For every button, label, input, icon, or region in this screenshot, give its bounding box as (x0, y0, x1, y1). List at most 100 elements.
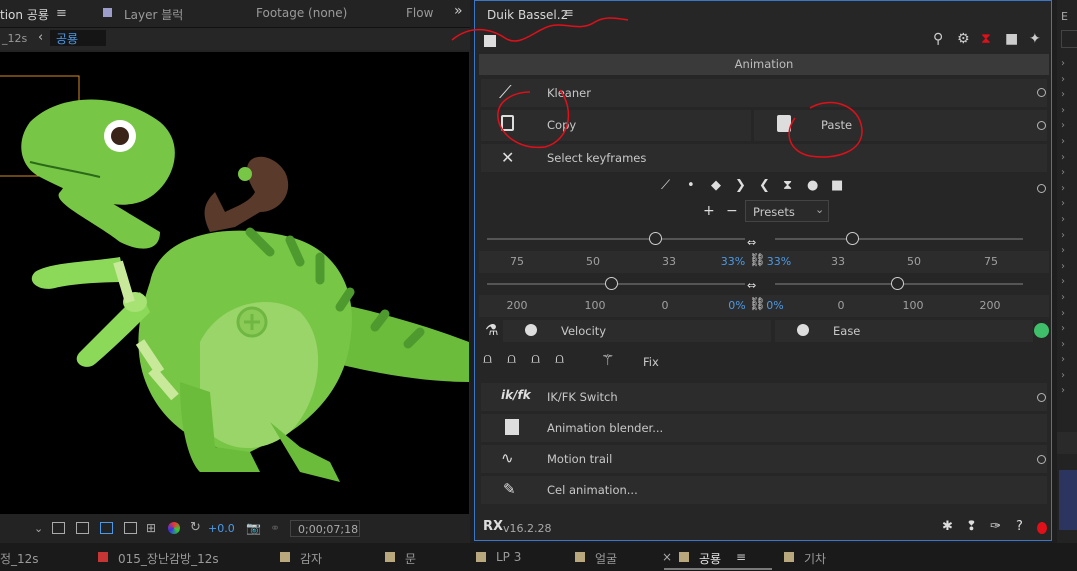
tab-flow[interactable]: Flow (406, 6, 433, 20)
ease-in-key-icon[interactable]: ❯ (735, 178, 746, 193)
influence-right-value-50[interactable]: 50 (894, 255, 934, 268)
timeline-tab-6[interactable]: 얼굴 (595, 550, 617, 567)
paste-options-dot[interactable] (1037, 121, 1046, 130)
apply-check-icon[interactable] (1034, 323, 1049, 338)
presets-dropdown[interactable]: Presets ⌄ (745, 200, 829, 222)
help-icon[interactable]: ? (1016, 519, 1023, 534)
color-channels-icon[interactable] (168, 522, 180, 534)
velocity-right-value-100[interactable]: 100 (893, 299, 933, 312)
influence-left-value-75[interactable]: 75 (497, 255, 537, 268)
sync-arrows-icon[interactable]: ⇔ (747, 236, 756, 249)
influence-right-current[interactable]: 33% (759, 255, 799, 268)
hold-key-icon[interactable]: ⧗ (783, 178, 792, 193)
region-of-interest-icon[interactable] (124, 522, 137, 534)
cel-animation-row[interactable]: ✎ Cel animation... (481, 476, 1047, 504)
velocity-left-slider-knob[interactable] (605, 277, 618, 290)
rigging-icon[interactable]: ⚲ (933, 31, 943, 47)
automation-gear-icon[interactable]: ⚙ (957, 31, 970, 47)
influence-left-slider-knob[interactable] (649, 232, 662, 245)
tools-icon[interactable]: ✦ (1029, 31, 1041, 47)
wrench-icon[interactable]: ✑ (990, 519, 1001, 534)
tab-menu-icon[interactable]: ≡ (736, 550, 746, 564)
feedback-icon[interactable]: ❢ (966, 519, 977, 534)
paste-button[interactable]: Paste (754, 110, 1047, 141)
sync-arrows-icon[interactable]: ⇔ (747, 279, 756, 292)
timeline-tab-5[interactable]: LP 3 (496, 550, 521, 564)
influence-left-value-33[interactable]: 33 (649, 255, 689, 268)
fix-button[interactable]: Fix (643, 355, 659, 369)
reset-exposure-icon[interactable]: ↻ (190, 520, 201, 535)
camera-tool-icon[interactable]: ■ (1005, 31, 1018, 47)
velocity-right-value-200[interactable]: 200 (970, 299, 1010, 312)
influence-left-slider-track[interactable] (487, 238, 745, 240)
breadcrumb[interactable]: 공룡 (50, 30, 106, 46)
influence-right-slider-track[interactable] (775, 238, 1023, 240)
timeline-tab-1[interactable]: 정_12s (0, 550, 39, 567)
timeline-tab-3[interactable]: 감자 (300, 550, 322, 567)
add-preset-icon[interactable]: + (703, 203, 715, 219)
tab-composition[interactable]: tion 공룡 (0, 6, 49, 23)
auto-bezier-key-icon[interactable]: ● (807, 178, 818, 193)
overflow-chevron-icon[interactable]: » (454, 3, 463, 19)
velocity-toggle[interactable]: Velocity (503, 320, 771, 342)
ease-out-key-icon[interactable]: ❮ (759, 178, 770, 193)
close-icon[interactable]: × (662, 550, 672, 564)
velocity-left-value-200[interactable]: 200 (497, 299, 537, 312)
panel-home-icon[interactable] (484, 35, 496, 47)
ease-toggle[interactable]: Ease (775, 320, 1033, 342)
timeline-tab-2[interactable]: 015_장난감방_12s (118, 550, 219, 567)
timeline-tab-8[interactable]: 기차 (804, 550, 826, 567)
stop-icon[interactable] (1037, 522, 1047, 534)
snapshot-icon[interactable] (52, 522, 65, 534)
mask-visibility-icon[interactable] (100, 522, 113, 534)
influence-left-current[interactable]: 33% (713, 255, 753, 268)
exposure-value[interactable]: +0.0 (208, 522, 235, 535)
grid-icon[interactable]: ⊞ (146, 521, 156, 535)
velocity-left-value-100[interactable]: 100 (575, 299, 615, 312)
tab-layer[interactable]: Layer 블럭 (124, 6, 183, 23)
ikfk-switch-row[interactable]: ik/fk IK/FK Switch (481, 383, 1047, 411)
influence-left-value-50[interactable]: 50 (573, 255, 613, 268)
kleaner-row[interactable]: ⟋ Kleaner (481, 79, 1047, 107)
copy-button[interactable]: Copy (481, 110, 751, 141)
bug-report-icon[interactable]: ✱ (942, 519, 953, 534)
right-panel-tab-icon[interactable]: E (1061, 10, 1068, 23)
velocity-right-current[interactable]: 0% (755, 299, 795, 312)
interpolation-options-dot[interactable] (1037, 184, 1046, 193)
linear-key-icon[interactable]: ⟋ (661, 178, 670, 193)
chevron-down-icon[interactable]: ⌄ (34, 522, 43, 535)
arch-tool-icon-4[interactable]: ⩍ (555, 351, 564, 367)
secondary-tab-icon[interactable] (1057, 432, 1077, 454)
motion-trail-row[interactable]: ∿ Motion trail (481, 445, 1047, 473)
influence-right-value-75[interactable]: 75 (971, 255, 1011, 268)
velocity-right-value-0[interactable]: 0 (821, 299, 861, 312)
square-key-icon[interactable]: ■ (831, 178, 843, 193)
magic-wand-icon[interactable]: ⚚ (601, 351, 614, 369)
timeline-tab-active[interactable]: 공룡 (699, 550, 721, 567)
arch-tool-icon-1[interactable]: ⩍ (483, 351, 492, 367)
composition-viewer[interactable] (0, 52, 469, 514)
dot-key-icon[interactable]: • (687, 178, 695, 193)
search-icon[interactable] (1061, 30, 1077, 48)
arch-tool-icon-3[interactable]: ⩍ (531, 351, 540, 367)
diamond-key-icon[interactable]: ◆ (711, 178, 721, 193)
camera-icon[interactable]: 📷 (246, 521, 261, 535)
motion-trail-options-dot[interactable] (1037, 455, 1046, 464)
transparency-grid-icon[interactable] (76, 522, 89, 534)
kleaner-options-dot[interactable] (1037, 88, 1046, 97)
remove-preset-icon[interactable]: − (726, 203, 738, 219)
ikfk-options-dot[interactable] (1037, 393, 1046, 402)
timecode-display[interactable]: 0;00;07;18 (290, 520, 360, 537)
timeline-tab-4[interactable]: 문 (405, 550, 416, 567)
tab-footage[interactable]: Footage (none) (256, 6, 347, 20)
show-snapshot-icon[interactable]: ⚭ (270, 521, 280, 535)
panel-menu-icon[interactable]: ≡ (563, 6, 574, 21)
influence-right-value-33[interactable]: 33 (818, 255, 858, 268)
velocity-right-slider-knob[interactable] (891, 277, 904, 290)
tab-menu-icon[interactable]: ≡ (56, 6, 67, 21)
influence-right-slider-knob[interactable] (846, 232, 859, 245)
pipette-icon[interactable]: ⚗ (485, 321, 498, 339)
animation-blender-row[interactable]: Animation blender... (481, 414, 1047, 442)
animation-hourglass-icon[interactable]: ⧗ (981, 31, 991, 47)
velocity-left-value-0[interactable]: 0 (645, 299, 685, 312)
